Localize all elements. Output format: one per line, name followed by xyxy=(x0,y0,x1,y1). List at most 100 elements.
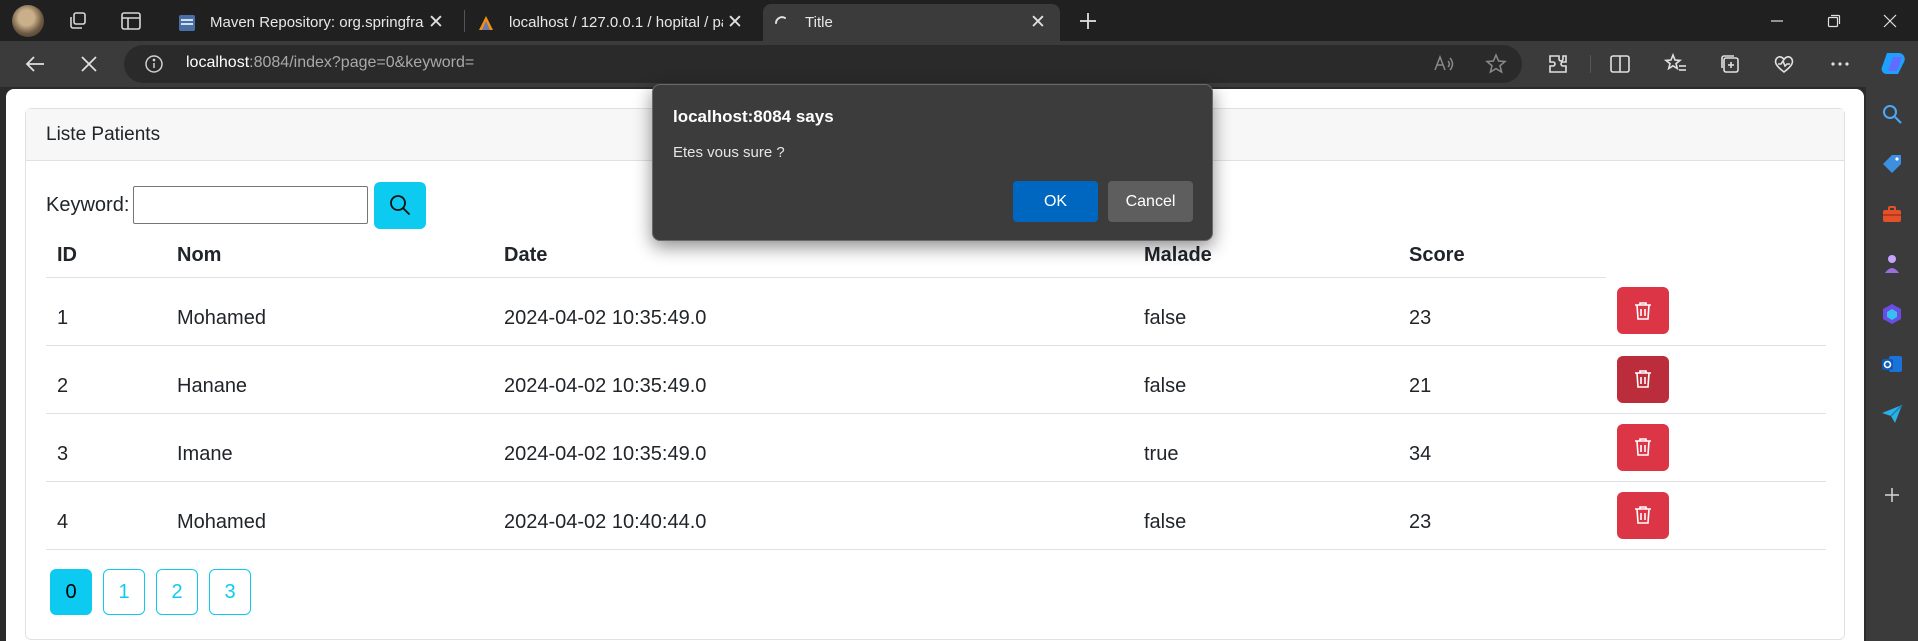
delete-button[interactable] xyxy=(1617,423,1669,471)
restore-icon xyxy=(1827,14,1841,27)
cell-nom: Imane xyxy=(166,413,493,482)
cell-actions xyxy=(1606,481,1826,550)
close-window-button[interactable] xyxy=(1862,0,1918,41)
cell-id: 2 xyxy=(46,345,166,414)
minimize-button[interactable] xyxy=(1749,0,1805,41)
cancel-button[interactable]: Cancel xyxy=(1108,181,1193,222)
trash-icon xyxy=(1635,301,1651,320)
extensions-icon[interactable] xyxy=(1546,52,1570,76)
pagination: 0 1 2 3 xyxy=(50,569,262,615)
column-header-nom: Nom xyxy=(166,235,493,278)
patients-table: ID Nom Date Malade Score 1 Mohamed 2024-… xyxy=(46,235,1826,550)
cell-id: 1 xyxy=(46,277,166,346)
cell-nom: Mohamed xyxy=(166,481,493,550)
back-arrow-icon xyxy=(25,56,44,72)
tab-title: Title xyxy=(805,14,833,31)
cell-id: 4 xyxy=(46,481,166,550)
confirm-dialog: localhost:8084 says Etes vous sure ? OK … xyxy=(652,84,1213,241)
trash-icon xyxy=(1635,506,1651,524)
info-icon[interactable] xyxy=(144,54,164,74)
close-icon[interactable]: ✕ xyxy=(723,11,747,35)
collections-icon[interactable] xyxy=(1718,52,1742,76)
tab-title: Maven Repository: org.springframework xyxy=(210,14,424,31)
edge-sidebar xyxy=(1866,87,1918,641)
microsoft-365-icon[interactable] xyxy=(1880,302,1904,326)
table-row: 2 Hanane 2024-04-02 10:35:49.0 false 21 xyxy=(46,345,1826,414)
column-header-malade: Malade xyxy=(1133,235,1398,278)
table-row: 4 Mohamed 2024-04-02 10:40:44.0 false 23 xyxy=(46,481,1826,550)
page-button-1[interactable]: 1 xyxy=(103,569,145,615)
tools-icon[interactable] xyxy=(1880,202,1904,226)
cell-score: 34 xyxy=(1398,413,1606,482)
shopping-tag-icon[interactable] xyxy=(1880,152,1904,176)
new-tab-icon[interactable] xyxy=(1076,9,1100,33)
keyword-label: Keyword: xyxy=(46,193,130,216)
cell-actions xyxy=(1606,413,1826,482)
games-icon[interactable] xyxy=(1880,252,1904,276)
table-row: 3 Imane 2024-04-02 10:35:49.0 true 34 xyxy=(46,413,1826,482)
cell-score: 21 xyxy=(1398,345,1606,414)
tab-phpmyadmin[interactable]: localhost / 127.0.0.1 / hopital / patien… xyxy=(467,4,757,41)
cell-malade: false xyxy=(1133,277,1398,346)
dialog-title: localhost:8084 says xyxy=(673,107,834,126)
toolbar-divider xyxy=(1590,55,1591,73)
cell-date: 2024-04-02 10:35:49.0 xyxy=(493,345,1133,414)
ok-button[interactable]: OK xyxy=(1013,181,1098,222)
address-bar[interactable]: localhost:8084/index?page=0&keyword= xyxy=(124,45,1522,83)
minimize-icon xyxy=(1771,19,1783,22)
browser-essentials-icon[interactable] xyxy=(1772,52,1796,76)
delete-button[interactable] xyxy=(1617,355,1669,403)
tab-title: localhost / 127.0.0.1 / hopital / patien… xyxy=(509,14,723,31)
search-icon[interactable] xyxy=(1880,102,1904,126)
add-icon[interactable] xyxy=(1880,483,1904,507)
favorite-star-icon[interactable] xyxy=(1485,53,1507,75)
cell-date: 2024-04-02 10:40:44.0 xyxy=(493,481,1133,550)
loading-spinner-icon xyxy=(775,15,786,24)
table-header-row: ID Nom Date Malade Score xyxy=(46,235,1826,278)
delete-button[interactable] xyxy=(1617,491,1669,539)
phpmyadmin-favicon xyxy=(479,15,493,30)
copilot-icon[interactable] xyxy=(1879,49,1909,79)
page-button-2[interactable]: 2 xyxy=(156,569,198,615)
address-toolbar: localhost:8084/index?page=0&keyword= xyxy=(0,41,1918,87)
workspaces-icon[interactable] xyxy=(66,9,90,33)
restore-button[interactable] xyxy=(1806,0,1862,41)
close-icon[interactable]: ✕ xyxy=(424,11,448,35)
maven-favicon xyxy=(179,14,195,31)
cell-malade: false xyxy=(1133,481,1398,550)
trash-icon xyxy=(1635,370,1651,388)
cell-malade: true xyxy=(1133,413,1398,482)
read-aloud-icon[interactable] xyxy=(1432,53,1454,75)
cell-date: 2024-04-02 10:35:49.0 xyxy=(493,277,1133,346)
split-screen-icon[interactable] xyxy=(1608,52,1632,76)
column-header-score: Score xyxy=(1398,235,1606,278)
page-button-3[interactable]: 3 xyxy=(209,569,251,615)
profile-avatar[interactable] xyxy=(12,5,44,37)
favorites-icon[interactable] xyxy=(1664,52,1688,76)
column-header-id: ID xyxy=(46,235,166,278)
close-icon xyxy=(1883,14,1897,27)
stop-icon xyxy=(81,56,97,72)
stop-loading-button[interactable] xyxy=(72,49,106,79)
tab-divider xyxy=(464,10,465,32)
outlook-icon[interactable] xyxy=(1880,352,1904,376)
delete-button[interactable] xyxy=(1617,287,1669,335)
tab-title-active[interactable]: Title ✕ xyxy=(763,4,1060,41)
cell-nom: Hanane xyxy=(166,345,493,414)
back-button[interactable] xyxy=(18,49,52,79)
send-icon[interactable] xyxy=(1880,402,1904,426)
page-button-0[interactable]: 0 xyxy=(50,569,92,615)
cell-date: 2024-04-02 10:35:49.0 xyxy=(493,413,1133,482)
search-icon xyxy=(390,195,411,216)
cell-nom: Mohamed xyxy=(166,277,493,346)
search-button[interactable] xyxy=(374,181,427,229)
url-text[interactable]: localhost:8084/index?page=0&keyword= xyxy=(186,54,474,72)
url-path: :8084/index?page=0&keyword= xyxy=(249,54,475,71)
keyword-input[interactable] xyxy=(133,186,369,224)
tab-maven[interactable]: Maven Repository: org.springframework ✕ xyxy=(168,4,458,41)
more-options-icon[interactable] xyxy=(1828,52,1852,76)
tab-actions-icon[interactable] xyxy=(119,9,143,33)
table-row: 1 Mohamed 2024-04-02 10:35:49.0 false 23 xyxy=(46,277,1826,346)
close-icon[interactable]: ✕ xyxy=(1026,11,1050,35)
search-form: Keyword: xyxy=(46,181,427,229)
